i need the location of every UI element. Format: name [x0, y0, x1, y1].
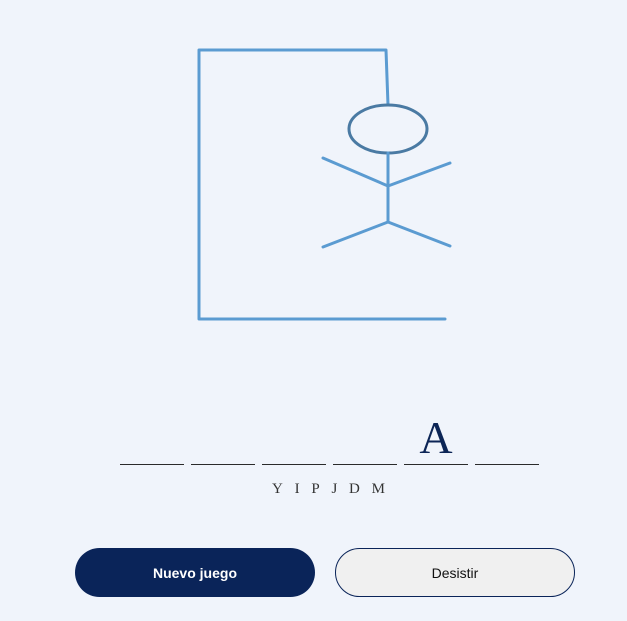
gallows	[197, 48, 447, 321]
give-up-button[interactable]: Desistir	[335, 548, 575, 597]
slot-underline	[120, 464, 184, 465]
hangman-right-leg	[386, 220, 452, 248]
letter-slot	[120, 410, 184, 465]
hangman-drawing	[197, 48, 452, 321]
hangman-left-arm	[321, 156, 390, 188]
wrong-letter: D	[349, 481, 360, 497]
hangman-left-leg	[321, 220, 390, 249]
wrong-letter: J	[331, 481, 338, 497]
letter-slot	[191, 410, 255, 465]
letter-slot	[262, 410, 326, 465]
slot-underline	[191, 464, 255, 465]
hangman-right-arm	[386, 161, 452, 188]
letter-slot	[333, 410, 397, 465]
letter-slot: A	[404, 410, 468, 465]
hangman-head	[347, 103, 429, 155]
wrong-letter: I	[294, 481, 300, 497]
letter-slot	[475, 410, 539, 465]
slot-underline	[333, 464, 397, 465]
wrong-letter: M	[371, 481, 385, 497]
slot-letter: A	[419, 412, 453, 463]
slot-underline	[404, 464, 468, 465]
wrong-letter: P	[311, 481, 320, 497]
wrong-letters: Y I P J D M	[0, 481, 627, 498]
new-game-button[interactable]: Nuevo juego	[75, 548, 315, 597]
wrong-letter: Y	[272, 481, 283, 497]
slot-underline	[262, 464, 326, 465]
slot-underline	[475, 464, 539, 465]
word-slots: A	[120, 410, 539, 465]
